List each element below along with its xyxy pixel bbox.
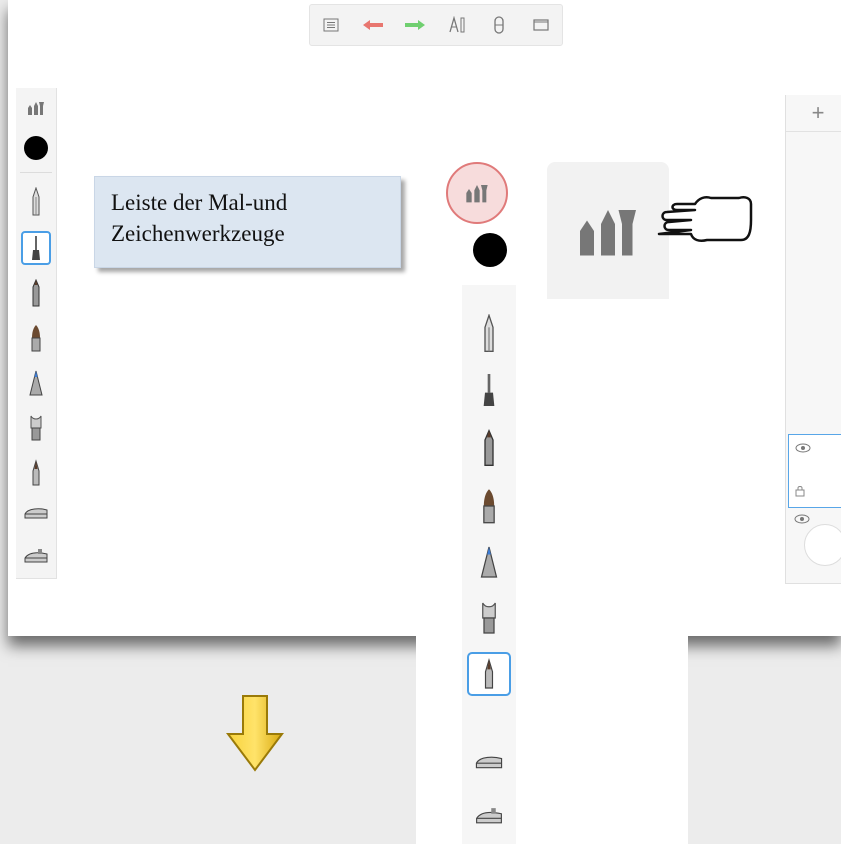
paint-brush-icon[interactable] — [16, 318, 56, 358]
paint-brush-icon[interactable] — [462, 480, 516, 532]
fine-brush-icon[interactable] — [462, 648, 516, 700]
layer-lock-icon[interactable] — [795, 485, 805, 497]
brush-library-tab[interactable] — [547, 162, 669, 299]
brush-library-icon[interactable] — [16, 88, 56, 128]
symmetry-icon[interactable] — [486, 12, 512, 38]
caption-line-1: Leiste der Mal-und — [111, 190, 288, 215]
brush-library-icon — [580, 209, 636, 255]
marker-icon[interactable] — [462, 422, 516, 474]
visibility-eye-icon[interactable] — [794, 514, 810, 524]
fill-icon[interactable] — [462, 790, 516, 842]
background-layer-item[interactable] — [788, 508, 841, 580]
color-swatch-icon[interactable] — [473, 233, 507, 267]
toolbar-divider — [20, 172, 52, 173]
fill-icon[interactable] — [16, 536, 56, 576]
left-tool-bar — [16, 88, 57, 579]
brush-library-icon — [466, 185, 488, 203]
add-layer-button[interactable]: + — [786, 95, 841, 132]
fine-brush-icon[interactable] — [16, 453, 56, 493]
zoomed-tool-bar — [416, 150, 688, 844]
airbrush-icon[interactable] — [462, 536, 516, 588]
eraser-icon[interactable] — [462, 736, 516, 788]
smudge-icon[interactable] — [462, 592, 516, 644]
background-color-swatch[interactable] — [804, 524, 841, 566]
marker-icon[interactable] — [16, 273, 56, 313]
brush-library-highlight[interactable] — [446, 162, 508, 224]
pencil-icon[interactable] — [16, 182, 56, 222]
ruler-tools-icon[interactable] — [444, 12, 470, 38]
caption-line-2: Zeichenwerkzeuge — [111, 221, 285, 246]
top-toolbar — [309, 4, 563, 46]
list-icon[interactable] — [318, 12, 344, 38]
smudge-icon[interactable] — [16, 408, 56, 448]
undo-arrow-icon[interactable] — [360, 12, 386, 38]
redo-arrow-icon[interactable] — [402, 12, 428, 38]
ballpoint-pen-icon[interactable] — [16, 228, 56, 268]
airbrush-icon[interactable] — [16, 363, 56, 403]
visibility-eye-icon[interactable] — [795, 443, 811, 453]
pencil-icon[interactable] — [462, 308, 516, 360]
down-arrow-icon — [226, 695, 284, 772]
layer-item[interactable] — [788, 434, 841, 508]
layers-panel: + — [785, 95, 841, 584]
fullscreen-icon[interactable] — [528, 12, 554, 38]
tool-bar-caption: Leiste der Mal-und Zeichenwerkzeuge — [94, 176, 401, 268]
color-swatch-icon[interactable] — [16, 128, 56, 168]
ballpoint-pen-icon[interactable] — [462, 364, 516, 416]
pointing-hand-icon — [657, 196, 753, 242]
eraser-icon[interactable] — [16, 493, 56, 533]
